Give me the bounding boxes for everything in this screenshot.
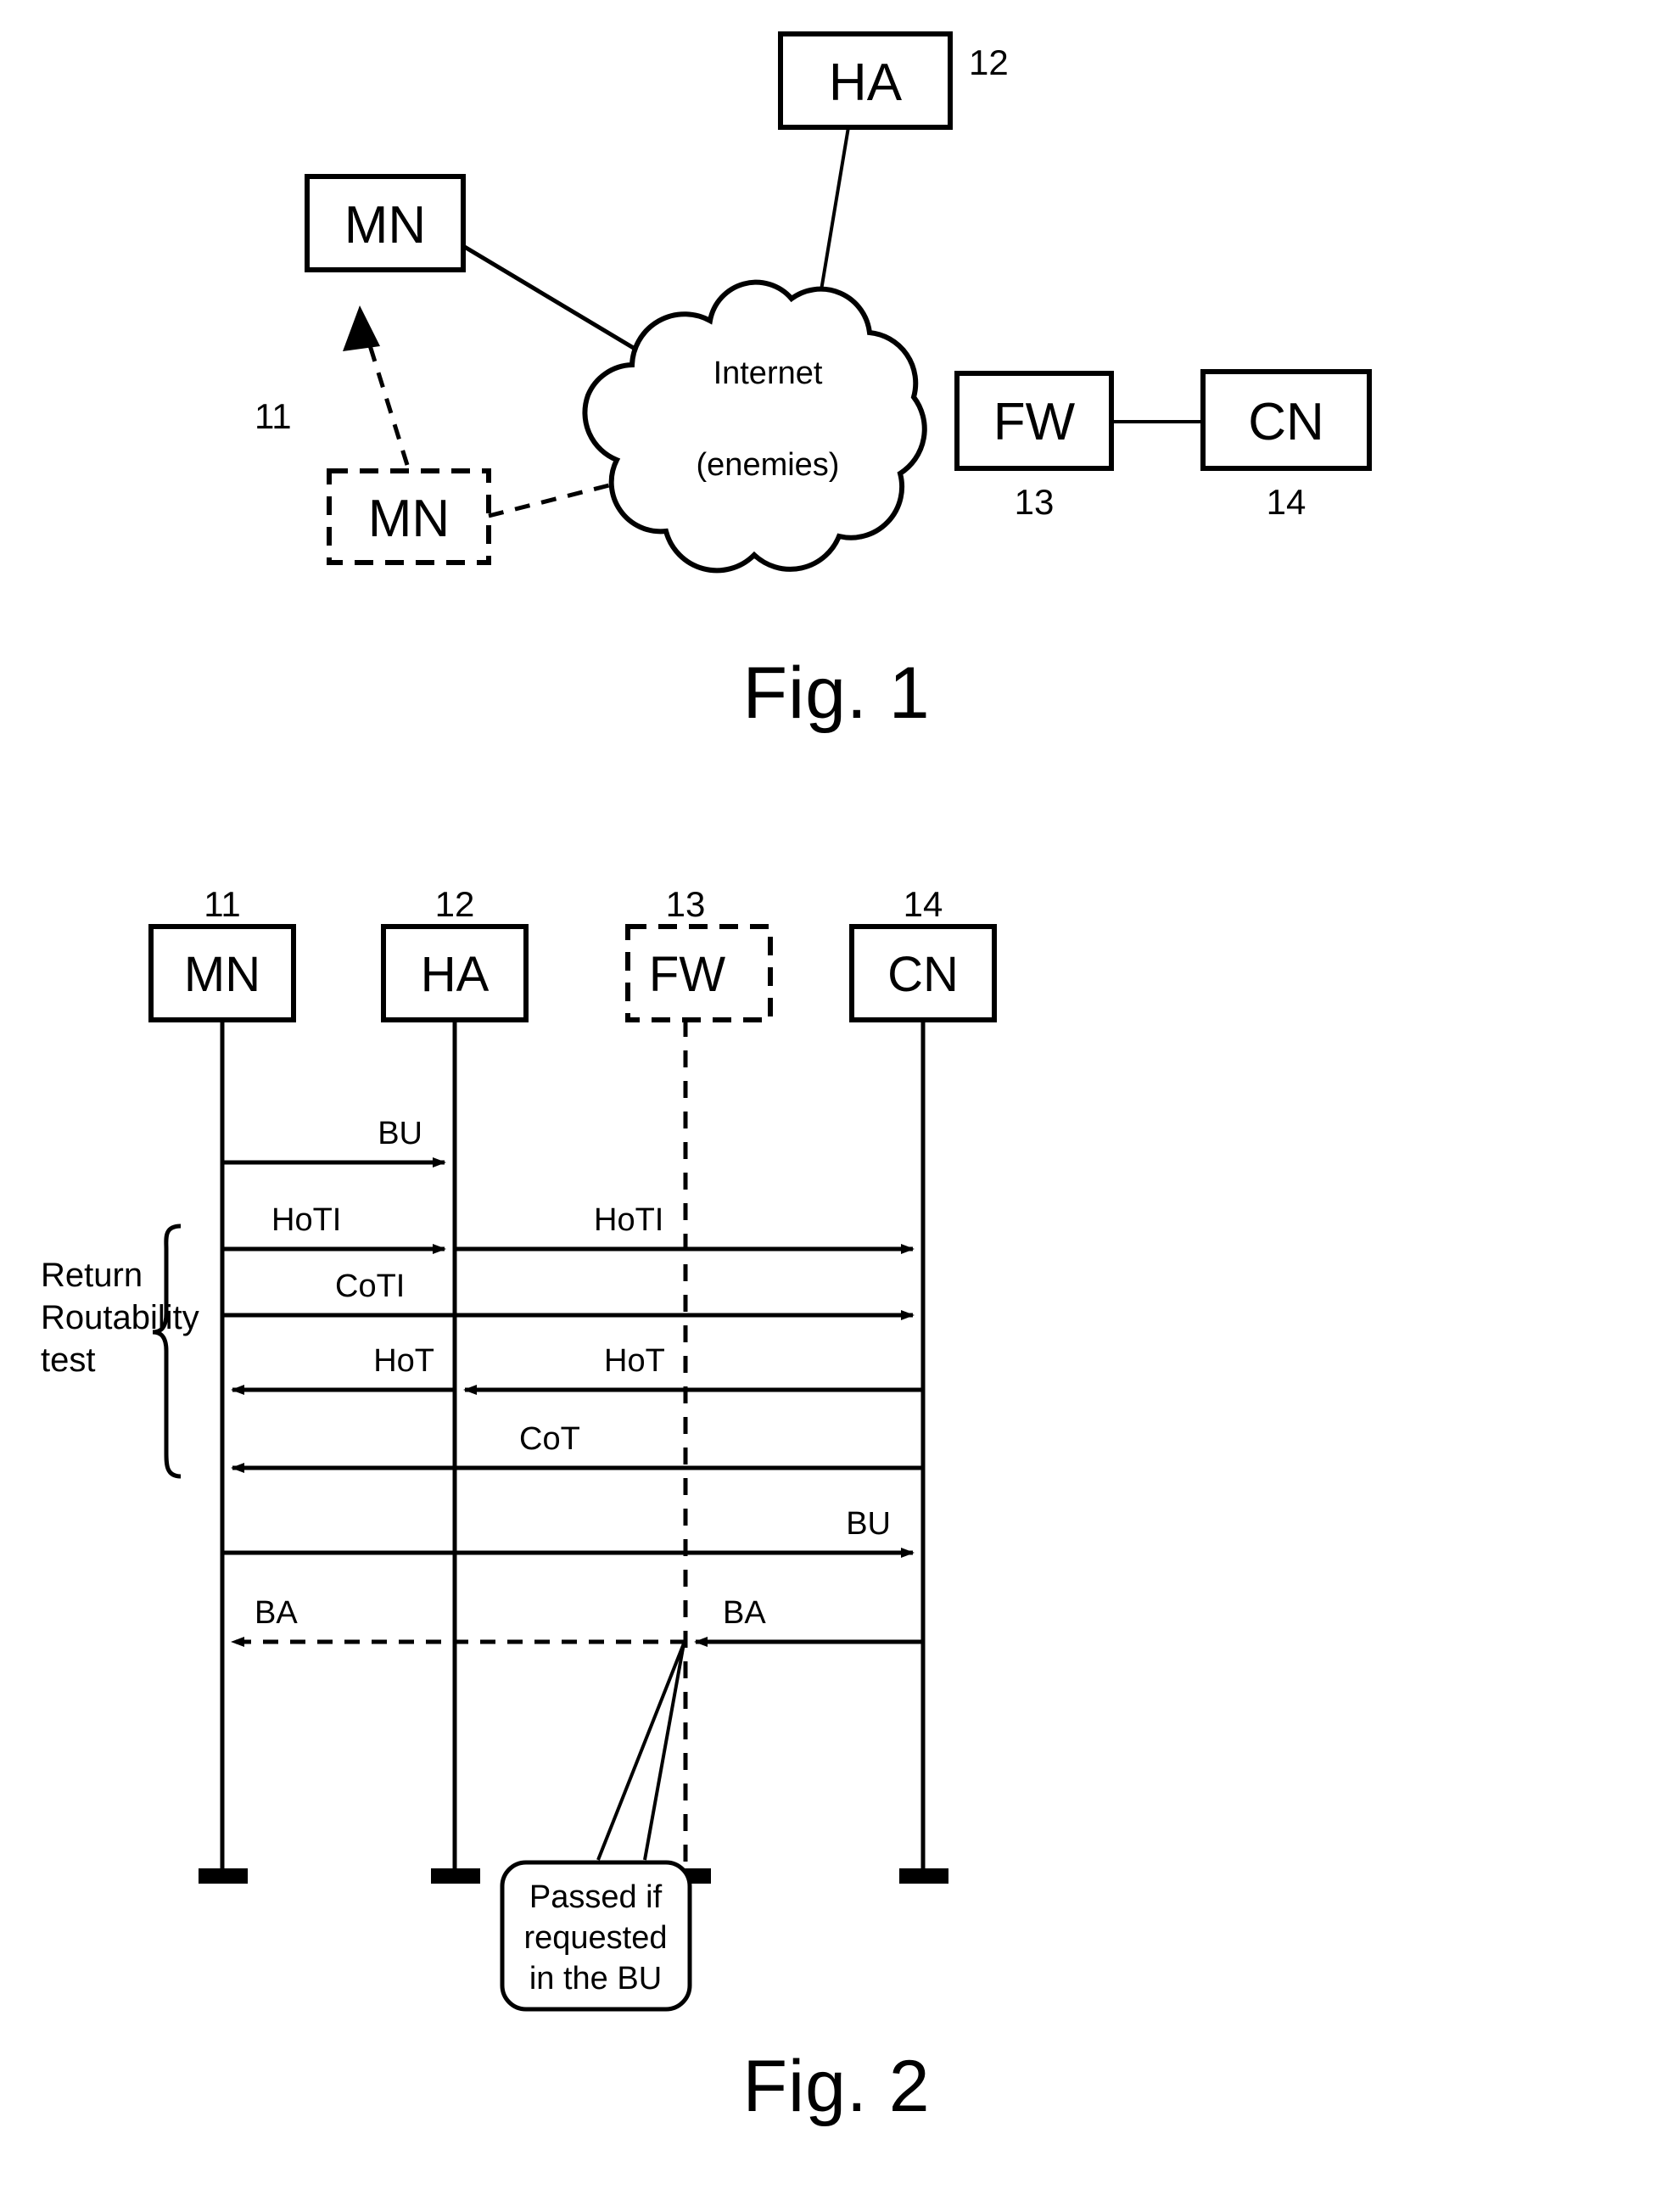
fig2-callout-leader-left [596,1643,685,1861]
figure-1-caption: Fig. 1 [742,652,931,734]
fig2-msg-label-hot-cn-ha: HoT [604,1343,665,1379]
fig2-msg-label-ba-cn-fw: BA [723,1595,766,1631]
fig1-cloud-label-internet: Internet [713,356,823,391]
fig1-node-cn-label: CN [1248,393,1324,451]
fig2-msg-label-hot-ha-mn: HoT [373,1343,434,1379]
figure-2-message-sequence: 11 MN 12 HA 13 FW 14 CN BU HoTI HoTI CoT… [41,884,997,2012]
fig2-callout-line1: Passed if [529,1879,663,1915]
fig2-msg-label-cot-cn-mn: CoT [519,1421,580,1457]
fig2-terminator-cn [899,1868,948,1884]
fig2-callout-line3: in the BU [529,1961,662,1996]
fig2-ref-13: 13 [666,884,706,924]
fig2-lifeline-label-ha: HA [421,947,490,1002]
patent-drawing-sheet: HA 12 MN 11 MN Internet (enemies) FW 13 … [0,0,1673,2212]
fig2-terminator-mn [199,1868,248,1884]
fig2-msg-label-hoti-ha-cn: HoTI [594,1202,663,1238]
fig1-ref-12: 12 [969,42,1009,82]
fig1-cloud-label-enemies: (enemies) [697,447,840,483]
figure-2-caption: Fig. 2 [742,2046,931,2127]
fig1-node-fw-label: FW [993,393,1076,451]
fig1-node-mn-new-label: MN [344,196,426,255]
fig2-msg-label-hoti-mn-ha: HoTI [271,1202,341,1238]
fig2-lifeline-label-mn: MN [184,947,260,1002]
fig2-brace-label-line2: Routability [41,1299,199,1336]
fig2-lifeline-label-cn: CN [887,947,959,1002]
fig1-ref-13: 13 [1015,482,1055,522]
fig2-ref-11: 11 [204,884,241,924]
fig2-msg-label-bu-mn-cn: BU [846,1506,891,1542]
fig1-ref-14: 14 [1267,482,1307,522]
fig2-terminator-ha [431,1868,480,1884]
fig1-node-ha-label: HA [829,53,903,112]
fig1-ref-11: 11 [255,396,292,436]
figure-1-network-overview: HA 12 MN 11 MN Internet (enemies) FW 13 … [255,31,1372,574]
fig2-callout-leader-right [643,1643,685,1861]
fig1-link-mn-internet [462,244,646,357]
fig2-msg-label-coti-mn-cn: CoTI [335,1268,405,1304]
fig2-msg-label-ba-fw-mn: BA [255,1595,298,1631]
fig2-return-routability-brace [152,1224,182,1479]
fig2-ref-12: 12 [435,884,475,924]
fig1-movement-arrow-shaft [362,328,410,466]
fig2-callout-line2: requested [523,1920,667,1956]
fig2-brace-label-line1: Return [41,1257,143,1294]
fig2-lifeline-label-fw: FW [649,947,725,1002]
fig1-link-mn-old-internet [488,483,610,518]
fig1-movement-arrow-head [343,305,380,351]
fig2-msg-label-bu-mn-ha: BU [378,1116,422,1151]
fig2-ref-14: 14 [904,884,943,924]
fig1-internet-cloud [582,279,927,574]
fig1-node-mn-old-label: MN [368,490,450,548]
fig2-brace-label-line3: test [41,1341,95,1379]
